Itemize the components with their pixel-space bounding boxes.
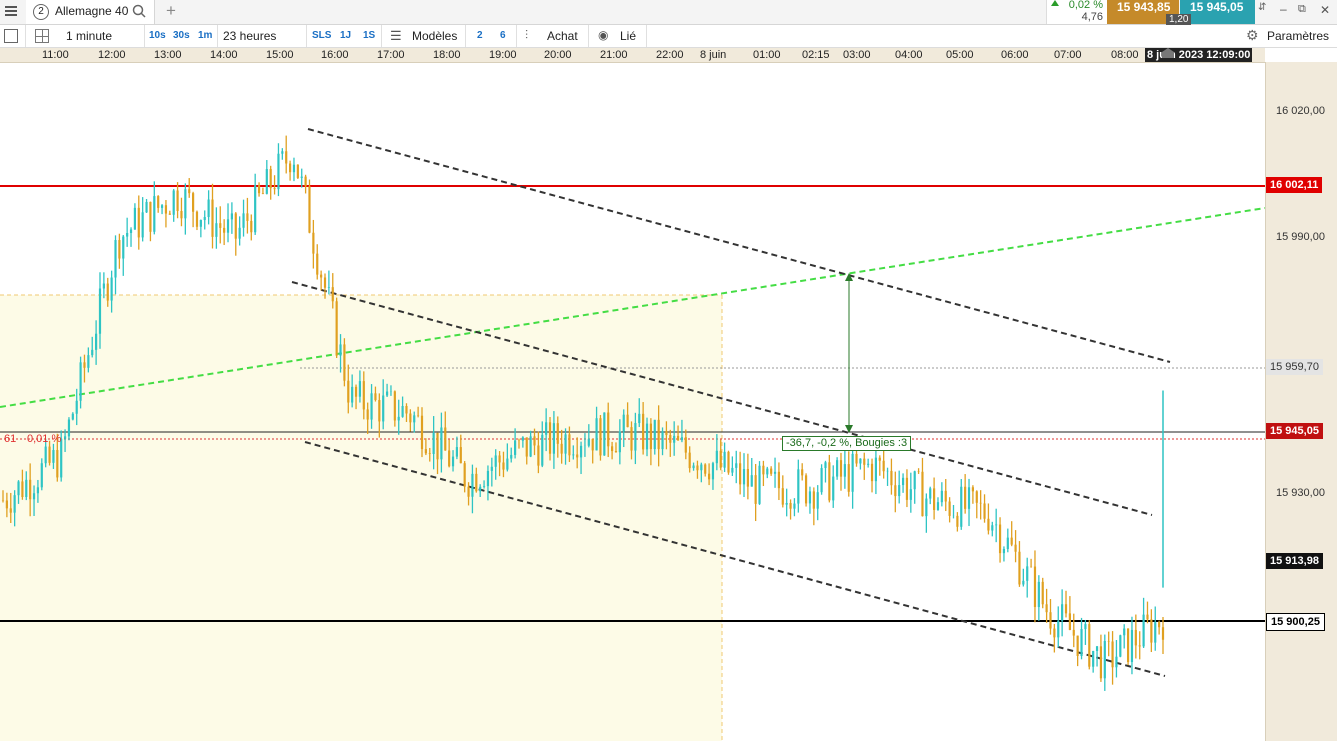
time-label: 16:00 <box>321 49 349 61</box>
time-label: 14:00 <box>210 49 238 61</box>
last-price-tag: 15 913,98 <box>1266 553 1323 569</box>
price-label-15930: 15 930,00 <box>1276 487 1325 499</box>
tf-30s-button[interactable]: 30s <box>173 25 190 47</box>
time-label: 03:00 <box>843 49 871 61</box>
time-label: 18:00 <box>433 49 461 61</box>
time-label: 08:00 <box>1111 49 1139 61</box>
change-box: 0,02 % 4,76 <box>1046 0 1107 24</box>
change-absolute: 4,76 <box>1081 11 1103 23</box>
close-icon[interactable]: ✕ <box>1320 3 1330 17</box>
session-highlight <box>0 295 722 741</box>
price-label-16020: 16 020,00 <box>1276 105 1325 117</box>
time-labels: 11:00 12:00 13:00 14:00 15:00 16:00 17:00 18:00… <box>0 48 1265 62</box>
time-label: 8 juin <box>700 49 727 61</box>
tf-1s-button[interactable]: 1S <box>363 25 375 47</box>
time-label: 07:00 <box>1054 49 1082 61</box>
time-label: 02:15 <box>802 49 830 61</box>
buy-button[interactable]: Achat <box>547 25 578 47</box>
price-chart[interactable] <box>0 62 1265 741</box>
tf-1m-button[interactable]: 1m <box>198 25 212 47</box>
link-button[interactable]: Lié <box>620 25 636 47</box>
timeframe-select[interactable]: 1 minute <box>66 25 112 47</box>
support-price-tag: 15 900,25 <box>1266 613 1325 631</box>
tf-1j-button[interactable]: 1J <box>340 25 351 47</box>
time-label: 19:00 <box>489 49 517 61</box>
menu-icon[interactable] <box>5 5 17 17</box>
spread-badge: 1,20 <box>1166 14 1192 25</box>
add-tab-button[interactable]: + <box>166 1 176 21</box>
sort-icon[interactable]: ⇵ <box>1258 3 1266 13</box>
tf-10s-button[interactable]: 10s <box>149 25 166 47</box>
tab-title: Allemagne 40 <box>55 4 129 18</box>
fib-level-label: 61 <box>4 433 17 445</box>
time-label: 05:00 <box>946 49 974 61</box>
current-time-label: 8 juin 2023 12:09:00 <box>1145 48 1253 62</box>
time-label: 13:00 <box>154 49 182 61</box>
sls-button[interactable]: SLS <box>312 25 331 47</box>
buy-icon[interactable]: ⫶ <box>525 28 528 43</box>
price-axis[interactable]: 16 020,00 15 990,00 15 930,00 16 002,11 … <box>1162 48 1337 741</box>
time-label: 20:00 <box>544 49 572 61</box>
time-label: 21:00 <box>600 49 628 61</box>
minimize-icon[interactable]: – <box>1280 2 1287 16</box>
time-label: 06:00 <box>1001 49 1029 61</box>
fib-percent-label: 0,01 % <box>27 433 62 445</box>
grid-icon[interactable] <box>35 29 49 43</box>
search-icon[interactable] <box>132 4 146 18</box>
chart-toolbar: 1 minute 10s 30s 1m 23 heures SLS 1J 1S … <box>0 25 1337 48</box>
time-label: 01:00 <box>753 49 781 61</box>
time-label: 15:00 <box>266 49 294 61</box>
price-label-15990: 15 990,00 <box>1276 231 1325 243</box>
models-icon[interactable]: ☰ <box>390 28 402 44</box>
current-price-tag: 15 945,05 <box>1266 423 1323 439</box>
time-label: 17:00 <box>377 49 405 61</box>
gear-icon[interactable]: ⚙ <box>1246 27 1259 44</box>
models-button[interactable]: Modèles <box>412 25 457 47</box>
time-label: 04:00 <box>895 49 923 61</box>
title-bar: 2 Allemagne 40 + 0,02 % 4,76 15 943,85 1… <box>0 0 1337 25</box>
resistance-price-tag: 16 002,11 <box>1266 177 1323 193</box>
list-icon[interactable] <box>4 29 18 43</box>
tab-number-badge: 2 <box>33 4 49 20</box>
layout-6-button[interactable]: 6 <box>500 25 506 47</box>
time-label: 22:00 <box>656 49 684 61</box>
change-percent: 0,02 % <box>1068 0 1103 11</box>
measure-label: -36,7, -0,2 %, Bougies :3 <box>782 436 912 451</box>
popout-icon[interactable]: ⧉ <box>1298 3 1306 16</box>
eye-icon[interactable]: ◉ <box>598 28 608 42</box>
time-label: 11:00 <box>42 49 69 61</box>
time-label: 12:00 <box>98 49 126 61</box>
time-axis[interactable]: 11:00 12:00 13:00 14:00 15:00 16:00 17:00 18:00… <box>0 48 1265 63</box>
period-select[interactable]: 23 heures <box>223 25 276 47</box>
bid-price: 15 943,85 <box>1117 0 1171 14</box>
settings-button[interactable]: Paramètres <box>1267 25 1329 47</box>
up-arrow-icon <box>1051 0 1059 6</box>
dotted-price-tag: 15 959,70 <box>1266 359 1323 375</box>
instrument-tab[interactable]: 2 Allemagne 40 <box>26 0 155 24</box>
layout-2-button[interactable]: 2 <box>477 25 483 47</box>
ask-price: 15 945,05 <box>1190 0 1244 14</box>
